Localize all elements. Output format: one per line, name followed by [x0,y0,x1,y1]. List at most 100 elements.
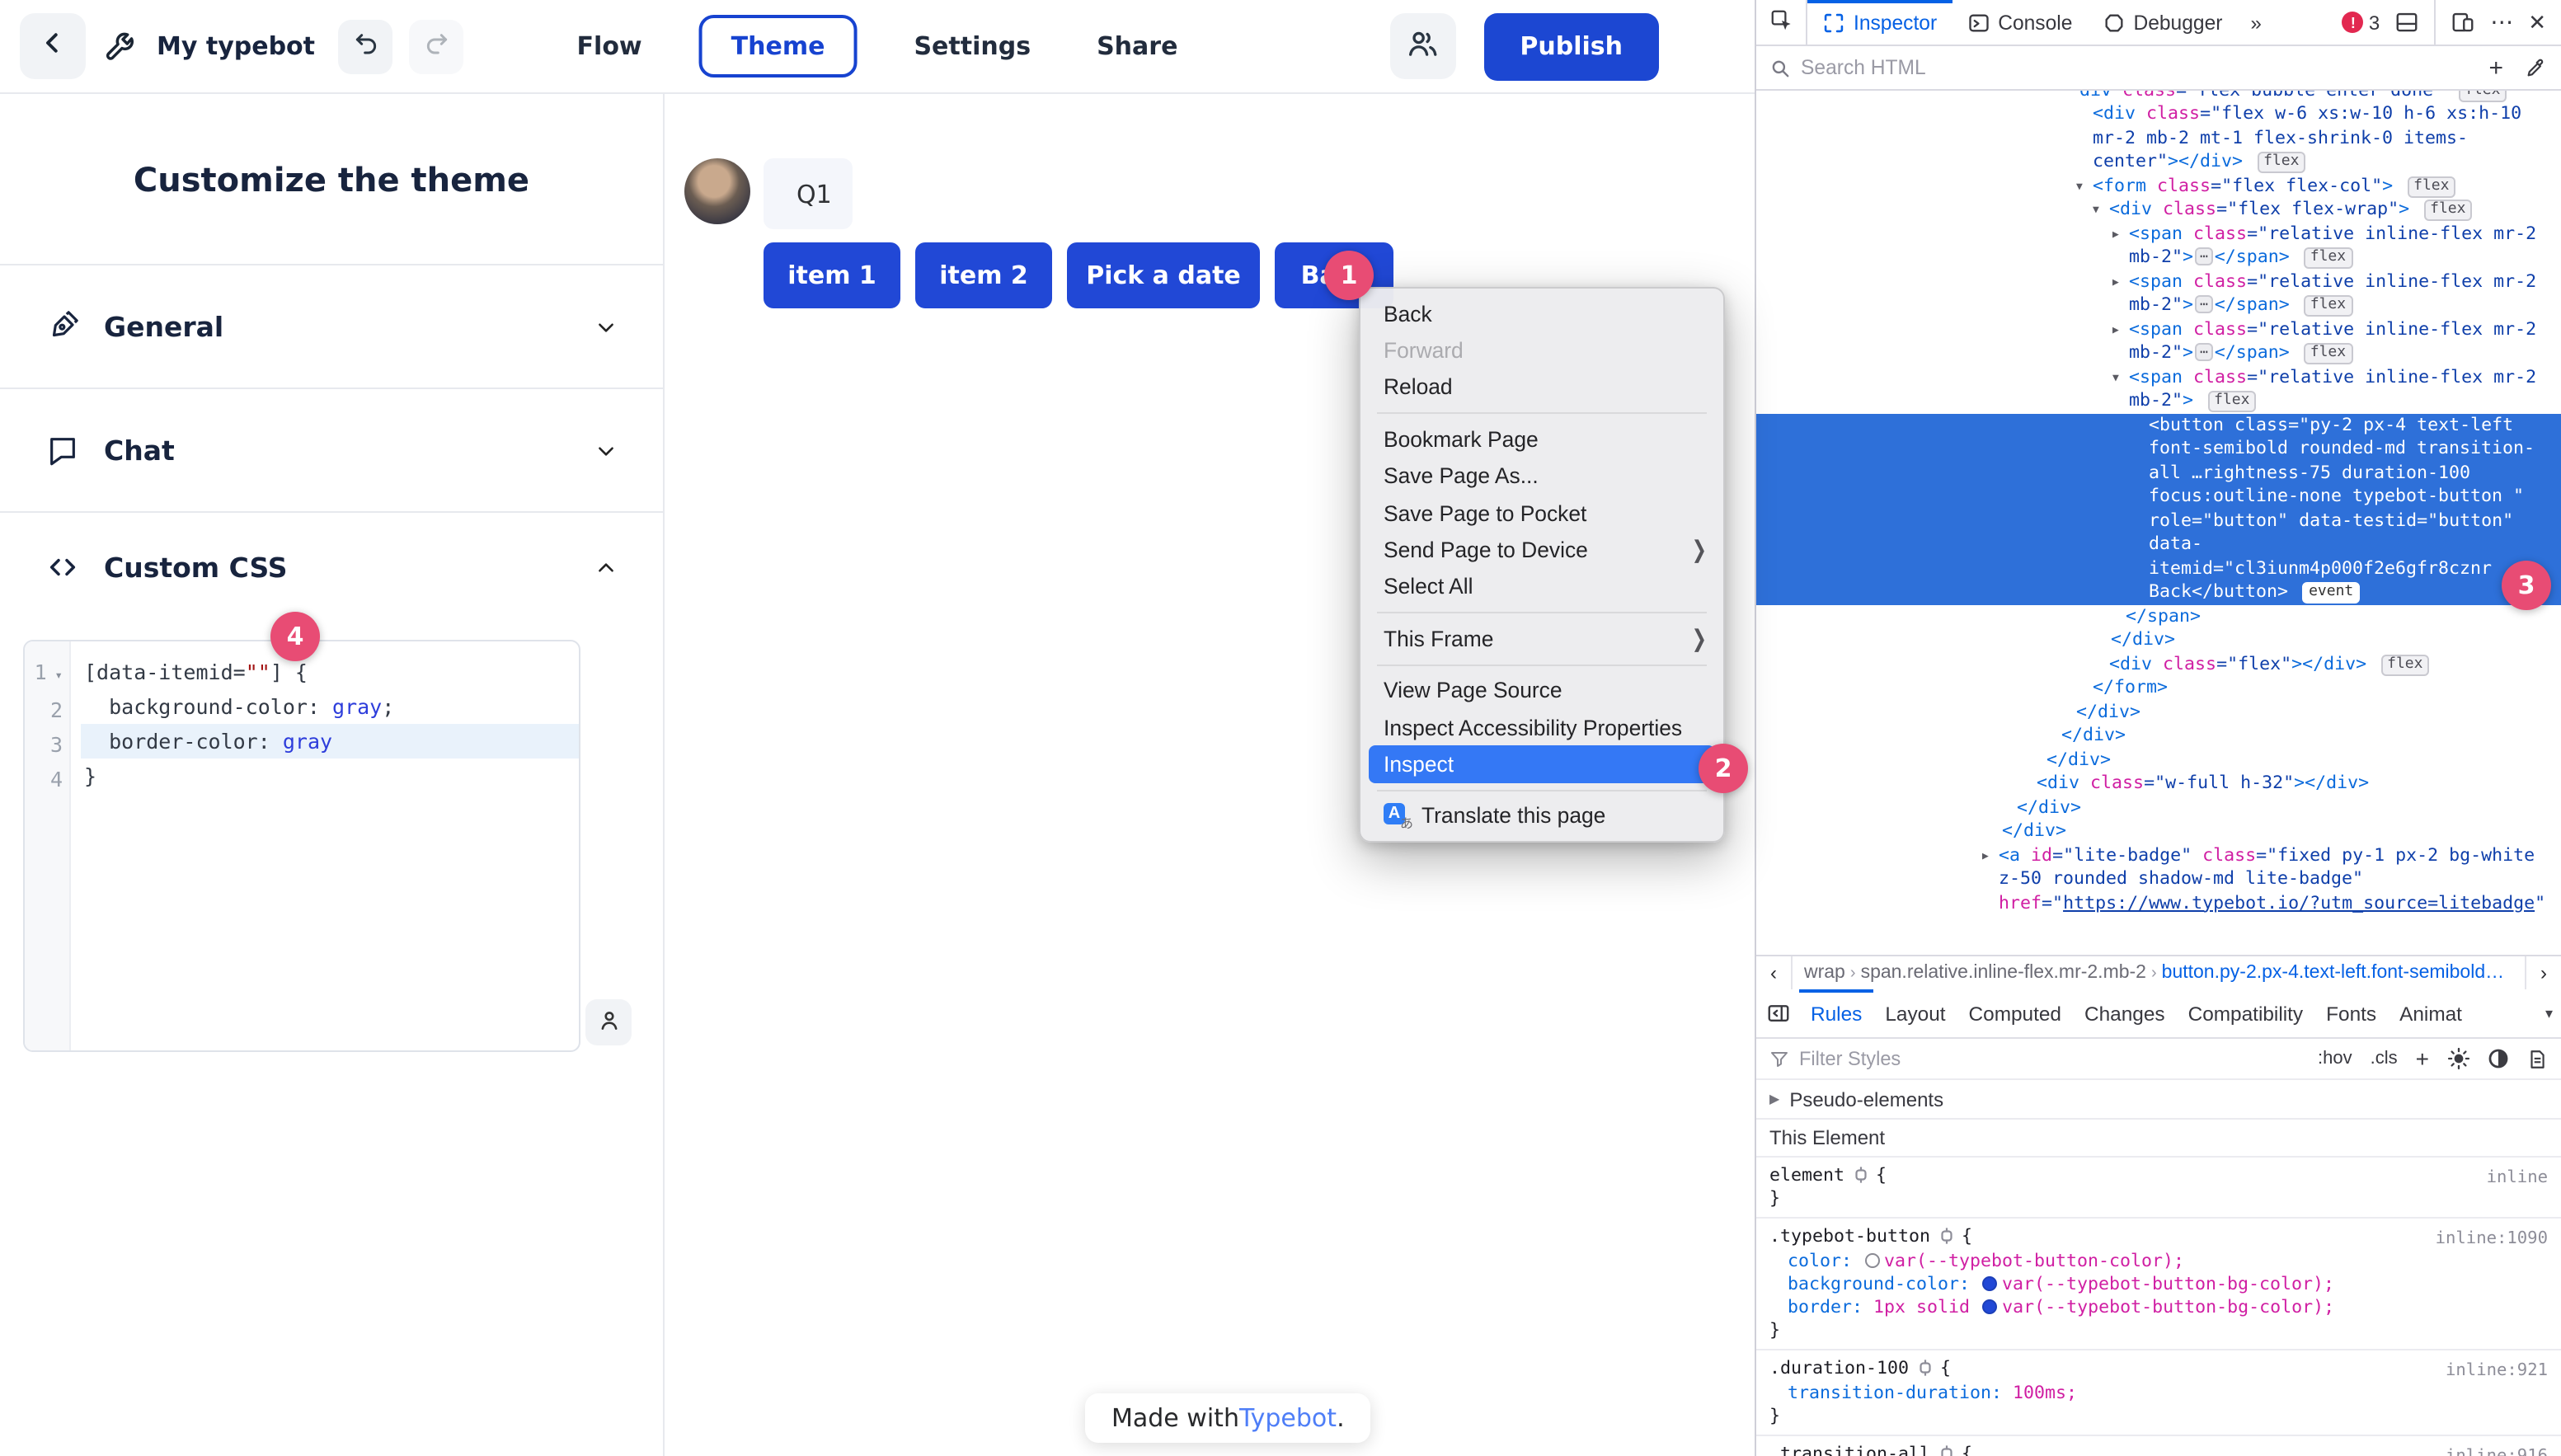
section-header-chat[interactable]: Chat [0,389,663,511]
all-tabs-caret-icon[interactable]: ▾ [2542,1001,2556,1026]
custom-css-editor[interactable]: 1 ▾234[data-itemid=""] { background-colo… [23,640,580,1052]
pseudo-class-toggle[interactable]: :hov [2318,1049,2352,1069]
markup-row[interactable]: </div> [1756,796,2561,820]
add-rule-plus-icon[interactable]: + [2416,1045,2429,1072]
context-menu-item-inspect[interactable]: Inspect [1369,746,1715,783]
markup-row[interactable]: z-50 rounded shadow-md lite-badge" [1756,867,2561,891]
rule-selector[interactable]: .transition-all{ [1756,1443,2561,1456]
markup-row[interactable]: </div> [1756,748,2561,772]
markup-row[interactable]: mb-2">⋯</span> flex [1756,294,2561,317]
made-with-badge[interactable]: Made with Typebot . [1085,1393,1371,1443]
highlight-selector-icon[interactable] [1937,1444,1955,1456]
markup-row[interactable]: ▼<form class="flex flex-col"> flex [1756,174,2561,198]
collapse-arrow-icon[interactable]: ▼ [2093,198,2109,222]
markup-row[interactable]: div class="flex bubble enter done" flex [1756,91,2561,102]
highlight-selector-icon[interactable] [1915,1360,1934,1378]
choice-button-pick-a-date[interactable]: Pick a date [1067,242,1260,308]
markup-row[interactable]: data- [1756,533,2561,557]
devtools-tab-inspector[interactable]: Inspector [1807,0,1952,45]
markup-row[interactable]: ▶<span class="relative inline-flex mr-2 [1756,270,2561,294]
markup-row[interactable]: href="https://www.typebot.io/?utm_source… [1756,891,2561,915]
expand-arrow-icon[interactable]: ▶ [2112,222,2129,246]
rules-panel-tab-animat[interactable]: Animat [2388,989,2474,1037]
code-line[interactable]: background-color: gray; [81,689,579,724]
context-menu-item-save-page-as[interactable]: Save Page As... [1360,458,1723,495]
section-header-custom-css[interactable]: Custom CSS [0,513,663,622]
print-media-icon[interactable] [2526,1048,2548,1069]
markup-row[interactable]: <button class="py-2 px-4 text-left [1756,413,2561,437]
rules-panel-tab-changes[interactable]: Changes [2073,989,2177,1037]
markup-row[interactable]: mb-2">⋯</span> flex [1756,341,2561,365]
breadcrumb-scroll-right-button[interactable]: › [2525,956,2561,989]
markup-row[interactable]: <div class="flex"></div> flex [1756,652,2561,676]
context-menu-item-reload[interactable]: Reload [1360,369,1723,406]
search-html-bar[interactable]: Search HTML + [1756,46,2561,91]
markup-row[interactable]: </div> [1756,820,2561,843]
collaborators-button[interactable] [1389,13,1455,79]
markup-row[interactable]: ▼<div class="flex flex-wrap"> flex [1756,198,2561,222]
pseudo-elements-row[interactable]: ▶ Pseudo-elements [1756,1078,2561,1118]
markup-row[interactable]: </div> [1756,724,2561,748]
light-scheme-icon[interactable] [2447,1047,2470,1070]
back-button[interactable] [20,13,86,79]
markup-row[interactable]: </span> [1756,604,2561,628]
choice-button-item-1[interactable]: item 1 [764,242,900,308]
markup-row[interactable]: </form> [1756,676,2561,700]
color-swatch-icon[interactable] [1864,1252,1879,1267]
meatball-menu-icon[interactable]: ⋯ [2490,8,2513,36]
markup-row[interactable]: font-semibold rounded-md transition- [1756,437,2561,461]
filter-styles-bar[interactable]: Filter Styles :hov .cls + [1756,1037,2561,1078]
markup-row[interactable]: <div class="w-full h-32"></div> [1756,772,2561,796]
markup-row[interactable]: ▼<span class="relative inline-flex mr-2 [1756,365,2561,389]
sidebar-toggle-icon[interactable] [1756,989,1799,1037]
code-line[interactable]: } [81,759,579,793]
breadcrumb-scroll-left-button[interactable]: ‹ [1756,956,1793,989]
rule-selector[interactable]: .duration-100{ [1756,1358,2561,1381]
collapse-arrow-icon[interactable]: ▼ [2076,174,2093,198]
nav-tab-flow[interactable]: Flow [567,16,652,76]
context-menu-item-send-page-to-device[interactable]: Send Page to Device❯ [1360,532,1723,569]
rules-panel-tab-layout[interactable]: Layout [1873,989,1957,1037]
devtools-tab-console[interactable]: Console [1952,0,2087,45]
publish-button[interactable]: Publish [1483,12,1659,80]
markup-row[interactable]: ▶<span class="relative inline-flex mr-2 [1756,222,2561,246]
context-menu-item-inspect-accessibility-properties[interactable]: Inspect Accessibility Properties [1360,709,1723,746]
breadcrumb-item[interactable]: span.relative.inline-flex.mr-2.mb-2 [1856,963,2151,983]
context-menu-item-save-page-to-pocket[interactable]: Save Page to Pocket [1360,495,1723,532]
highlight-selector-icon[interactable] [1851,1166,1869,1184]
devtools-tab-debugger[interactable]: Debugger [2087,0,2237,45]
highlight-selector-icon[interactable] [1937,1228,1955,1246]
markup-row[interactable]: ▶<a id="lite-badge" class="fixed py-1 px… [1756,843,2561,867]
markup-row[interactable]: focus:outline-none typebot-button " [1756,485,2561,509]
eyedropper-icon[interactable] [2525,56,2548,79]
css-declaration[interactable]: background-color: var(--typebot-button-b… [1756,1273,2561,1296]
search-html-input[interactable]: Search HTML [1801,56,2488,79]
choice-button-item-2[interactable]: item 2 [915,242,1052,308]
rules-panel-tab-computed[interactable]: Computed [1957,989,2073,1037]
breadcrumb-item[interactable]: wrap [1799,963,1850,983]
error-count-button[interactable]: ! 3 [2342,11,2380,34]
markup-row[interactable]: ▶<span class="relative inline-flex mr-2 [1756,317,2561,341]
dark-scheme-icon[interactable] [2487,1047,2510,1070]
markup-row[interactable]: </div> [1756,628,2561,652]
color-swatch-icon[interactable] [1982,1299,1997,1314]
rule-origin-link[interactable]: inline:916 [2446,1444,2548,1456]
preview-avatar-button[interactable] [585,999,632,1045]
css-declaration[interactable]: border: 1px solid var(--typebot-button-b… [1756,1296,2561,1319]
responsive-design-icon[interactable] [2451,10,2475,35]
markup-row[interactable]: all …rightness-75 duration-100 [1756,461,2561,485]
rule-selector[interactable]: element{ [1756,1164,2561,1187]
section-header-general[interactable]: General [0,265,663,387]
editor-code[interactable]: [data-itemid=""] { background-color: gra… [71,641,579,1050]
css-declaration[interactable]: color: var(--typebot-button-color); [1756,1249,2561,1272]
nav-tab-share[interactable]: Share [1087,16,1187,76]
breadcrumb-item[interactable]: button.py-2.px-4.text-left.font-semibold… [2157,963,2510,983]
markup-row[interactable]: itemid="cl3iunm4p000f2e6gfr8cznr [1756,557,2561,580]
markup-row[interactable]: role="button" data-testid="button" [1756,509,2561,533]
context-menu-item-select-all[interactable]: Select All [1360,568,1723,605]
markup-row[interactable]: mb-2">⋯</span> flex [1756,246,2561,270]
css-declaration[interactable]: transition-duration: 100ms; [1756,1381,2561,1404]
code-line[interactable]: [data-itemid=""] { [81,655,579,689]
typebot-title[interactable]: My typebot [157,31,315,61]
markup-row[interactable]: mr-2 mb-2 mt-1 flex-shrink-0 items- [1756,126,2561,150]
